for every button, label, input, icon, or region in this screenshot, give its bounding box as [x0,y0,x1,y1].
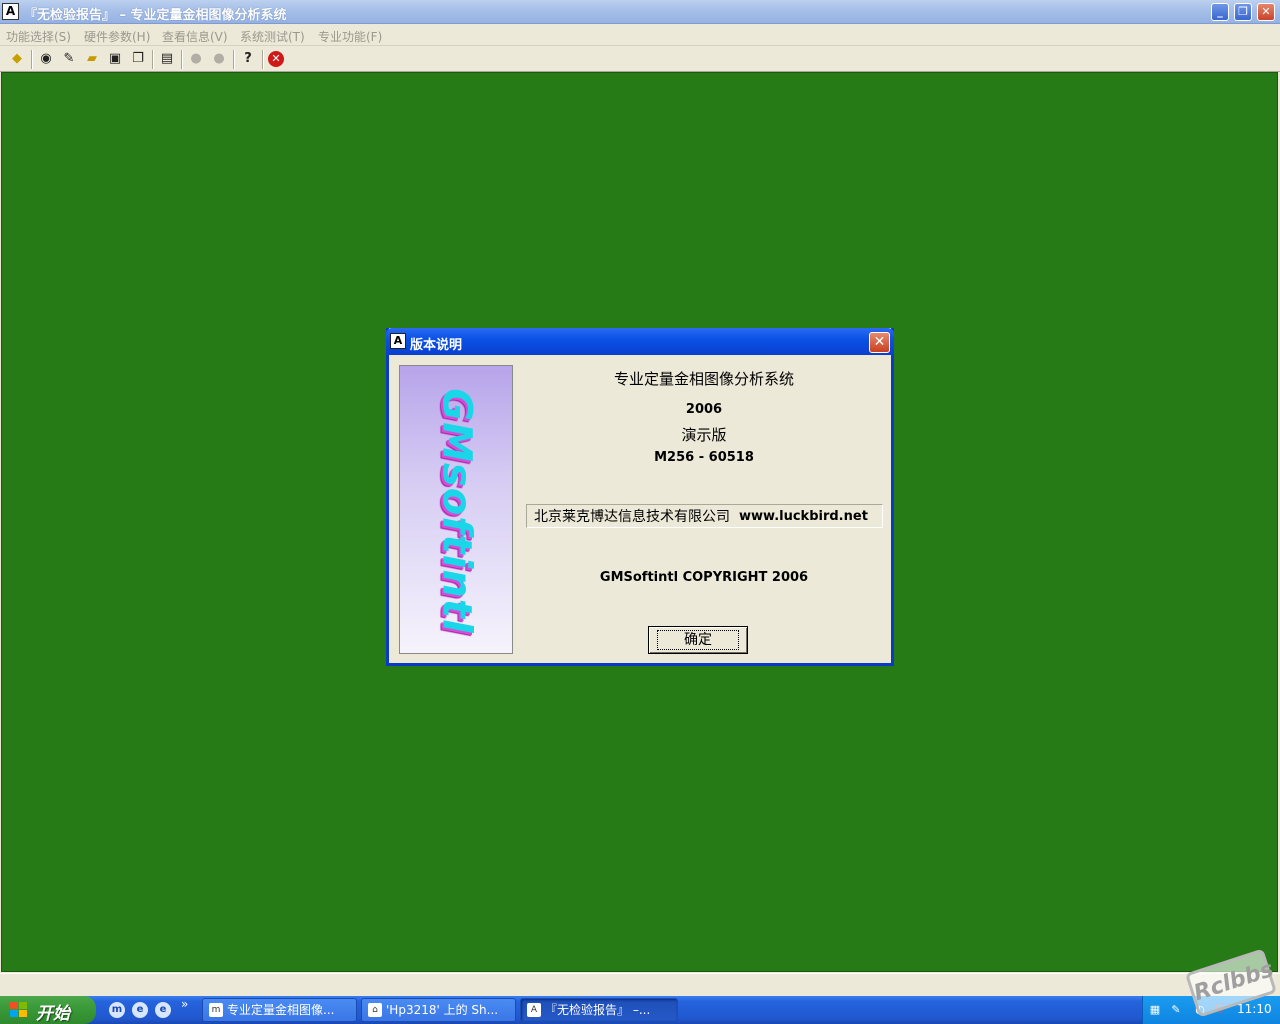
menu-bar: 功能选择(S) 硬件参数(H) 查看信息(V) 系统测试(T) 专业功能(F) [0,25,1280,46]
record-disc-icon[interactable]: ◉ [37,50,55,68]
status-bar [0,973,1280,995]
copy-windows-icon[interactable]: ❐ [129,50,147,68]
product-banner: GMsoftintl [399,365,513,654]
edit-note-icon[interactable]: ✎ [60,50,78,68]
product-edition: 演示版 [681,426,727,444]
run-diamond-icon[interactable]: ◆ [8,50,26,68]
menu-function-select[interactable]: 功能选择(S) [6,28,71,45]
help-icon[interactable]: ? [239,50,257,68]
task-button-report[interactable]: A 『无检验报告』 –... [520,998,678,1022]
toolbar: ◆ ◉ ✎ ▰ ▣ ❐ ▤ ● ● ? ✕ [0,47,1280,72]
open-folder-icon[interactable]: ▰ [83,50,101,68]
toolbar-separator [262,50,264,69]
title-bar: A 『无检验报告』 – 专业定量金相图像分析系统 _ ❐ ✕ [0,0,1280,24]
app-logo-icon: A [527,1003,541,1017]
network-share-icon: ⌂ [368,1003,382,1017]
clock: 11:10 [1237,1002,1272,1016]
windows-flag-icon [10,1002,28,1018]
app-task-icon: m [209,1003,223,1017]
save-disk-icon[interactable]: ▣ [106,50,124,68]
about-dialog: A 版本说明 ✕ GMsoftintl 专业定量金相图像分析系统 2006 演示… [386,328,894,666]
banner-logo-text: GMsoftintl [434,387,480,634]
window-title: 『无检验报告』 – 专业定量金相图像分析系统 [24,8,287,23]
dialog-title-bar: A 版本说明 ✕ [386,328,894,355]
app-logo-icon[interactable]: A [2,3,19,20]
start-button[interactable]: 开始 [0,996,96,1024]
taskbar: 开始 m e e » m 专业定量金相图像... ⌂ 'Hp3218' 上的 Sh.… [0,996,1280,1024]
browser-icon[interactable]: e [155,1002,171,1018]
keyboard-icon[interactable]: ▦ [1148,1003,1162,1017]
internet-explorer-icon[interactable]: e [132,1002,148,1018]
toolbar-separator [233,50,235,69]
product-code: M256 - 60518 [654,450,754,465]
toolbar-separator [181,50,183,69]
dialog-close-button[interactable]: ✕ [869,332,890,353]
menu-pro-functions[interactable]: 专业功能(F) [318,28,382,45]
show-desktop-icon[interactable]: m [109,1002,125,1018]
start-label: 开始 [36,1004,70,1024]
company-info: 北京莱克博达信息技术有限公司 www.luckbird.net [526,504,883,528]
zoom-out-icon[interactable]: ● [210,50,228,68]
app-logo-icon: A [390,333,406,349]
product-year: 2006 [685,402,723,417]
ok-button[interactable]: 确定 [648,626,748,654]
zoom-in-icon[interactable]: ● [187,50,205,68]
product-name: 专业定量金相图像分析系统 [613,370,794,388]
minimize-button[interactable]: _ [1211,3,1229,21]
menu-system-test[interactable]: 系统测试(T) [240,28,305,45]
dialog-title: 版本说明 [410,338,463,353]
ok-button-label: 确定 [657,630,739,650]
task-button-share[interactable]: ⌂ 'Hp3218' 上的 Sh... [361,998,516,1022]
exit-icon[interactable]: ✕ [268,51,284,67]
close-button[interactable]: ✕ [1257,3,1275,21]
quick-launch-more[interactable]: » [181,997,188,1011]
menu-hardware-params[interactable]: 硬件参数(H) [84,28,150,45]
company-url: www.luckbird.net [739,508,868,524]
company-name: 北京莱克博达信息技术有限公司 [534,509,730,525]
pen-icon[interactable]: ✎ [1169,1003,1183,1017]
menu-view-info[interactable]: 查看信息(V) [162,28,228,45]
toolbar-separator [152,50,154,69]
restore-button[interactable]: ❐ [1234,3,1252,21]
copyright-text: GMSoftintl COPYRIGHT 2006 [599,570,809,585]
toolbar-separator [31,50,33,69]
properties-icon[interactable]: ▤ [158,50,176,68]
task-button-analysis[interactable]: m 专业定量金相图像... [202,998,357,1022]
